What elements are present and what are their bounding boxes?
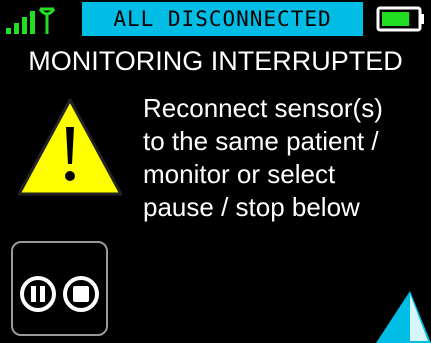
warning-icon [17,98,123,196]
pause-icon [20,276,56,312]
battery-icon [376,6,424,32]
reconnect-message: Reconnect sensor(s) to the same patient … [143,92,428,224]
page-title: MONITORING INTERRUPTED [28,46,403,76]
triangle-icon[interactable] [376,291,431,343]
signal-strength-icon [6,7,56,34]
stop-icon [63,276,99,312]
message-line: pause / stop below [143,192,360,222]
connection-status-text: ALL DISCONNECTED [113,7,332,31]
message-line: to the same patient / [143,126,379,156]
pause-stop-button[interactable] [11,241,108,336]
antenna-icon [38,7,56,34]
message-line: Reconnect sensor(s) [143,93,383,123]
connection-status-bar: ALL DISCONNECTED [82,2,363,36]
message-line: monitor or select [143,159,336,189]
